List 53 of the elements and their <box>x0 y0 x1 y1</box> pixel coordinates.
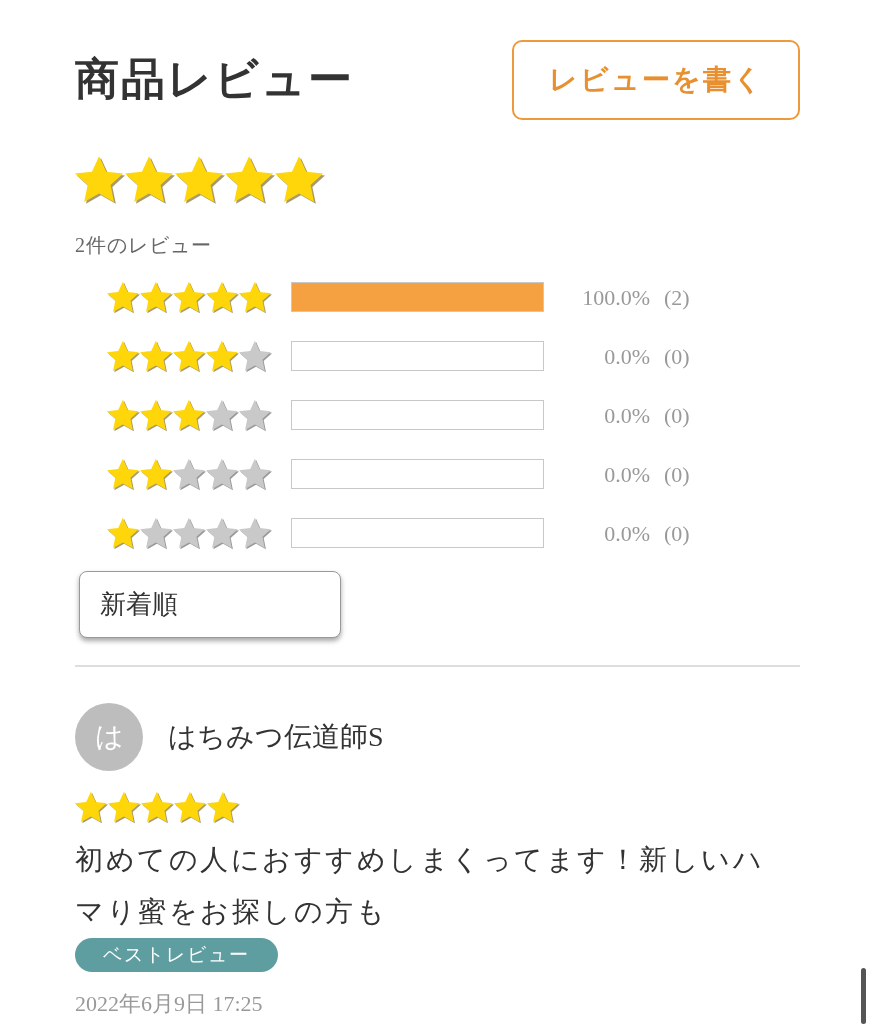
star-icon <box>173 280 206 314</box>
star-icon <box>239 280 272 314</box>
star-icon <box>75 155 125 205</box>
star-icon <box>206 339 239 373</box>
star-icon <box>75 791 108 824</box>
rating-count: (0) <box>664 342 690 371</box>
star-icon <box>173 398 206 432</box>
rating-percent: 0.0% <box>603 519 650 548</box>
review-date: 2022年6月9日 17:25 <box>75 990 264 1018</box>
star-icon <box>140 280 173 314</box>
star-icon <box>107 398 140 432</box>
star-icon <box>175 155 225 205</box>
star-icon <box>125 155 175 205</box>
star-icon <box>173 339 206 373</box>
star-icon <box>140 339 173 373</box>
rating-count: (2) <box>664 283 690 312</box>
empty-star-icon <box>173 457 206 491</box>
rating-count: (0) <box>664 519 690 548</box>
star-icon <box>108 791 141 824</box>
star-icon <box>107 280 140 314</box>
empty-star-icon <box>173 516 206 550</box>
empty-star-icon <box>206 457 239 491</box>
rating-count: (0) <box>664 401 690 430</box>
star-icon <box>107 516 140 550</box>
page-title: 商品レビュー <box>75 58 354 102</box>
star-icon <box>275 155 325 205</box>
star-icon <box>225 155 275 205</box>
empty-star-icon <box>206 516 239 550</box>
star-icon <box>206 280 239 314</box>
star-icon <box>207 791 240 824</box>
empty-star-icon <box>239 516 272 550</box>
rating-percent: 0.0% <box>603 401 650 430</box>
review-text: 初めての人におすすめしまくってます！新しいハマり蜜をお探しの方も <box>75 843 765 929</box>
rating-percent: 100.0% <box>581 283 650 312</box>
rating-percent: 0.0% <box>603 460 650 489</box>
best-review-badge: ベストレビュー <box>75 938 278 972</box>
star-icon <box>140 398 173 432</box>
sort-dropdown[interactable]: 新着順 <box>79 571 341 638</box>
star-icon <box>141 791 174 824</box>
star-icon <box>107 339 140 373</box>
reviewer-name: はちみつ伝道師S <box>168 720 384 754</box>
star-icon <box>107 457 140 491</box>
empty-star-icon <box>239 339 272 373</box>
rating-count: (0) <box>664 460 690 489</box>
star-icon <box>174 791 207 824</box>
rating-percent: 0.0% <box>603 342 650 371</box>
star-icon <box>140 457 173 491</box>
empty-star-icon <box>206 398 239 432</box>
empty-star-icon <box>239 457 272 491</box>
scroll-indicator <box>861 968 866 1024</box>
review-count: 2件のレビュー <box>75 233 213 258</box>
empty-star-icon <box>239 398 272 432</box>
empty-star-icon <box>140 516 173 550</box>
